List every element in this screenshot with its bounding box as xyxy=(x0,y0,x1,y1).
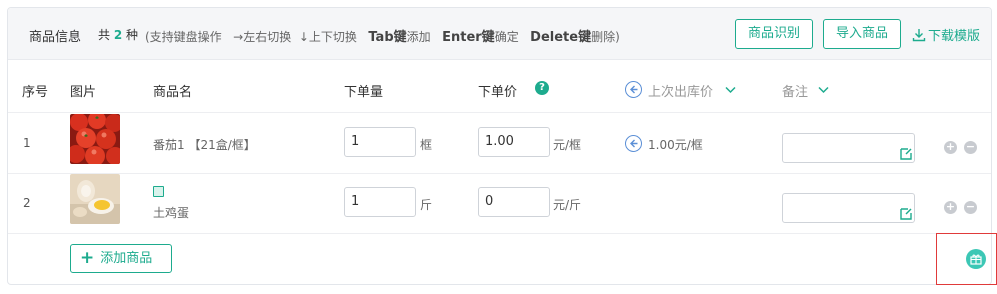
add-row-icon[interactable]: + xyxy=(944,141,957,154)
tomato-photo xyxy=(70,114,120,164)
recognize-goods-button[interactable]: 商品识别 xyxy=(735,19,813,49)
section-title: 商品信息 xyxy=(29,30,82,45)
gift-icon[interactable] xyxy=(966,249,986,269)
plus-icon: + xyxy=(80,248,95,268)
qty-input[interactable]: 1 xyxy=(344,127,416,157)
chevron-down-icon[interactable] xyxy=(818,86,829,94)
product-name: 土鸡蛋 xyxy=(153,206,190,220)
row-divider xyxy=(8,233,991,234)
add-goods-button[interactable]: + 添加商品 xyxy=(70,244,172,273)
price-input[interactable]: 1.00 xyxy=(478,127,550,157)
col-name-header: 商品名 xyxy=(153,85,193,100)
col-price-header: 下单价 xyxy=(478,85,518,100)
download-template-link[interactable]: 下载模版 xyxy=(912,25,980,44)
help-icon[interactable]: ? xyxy=(535,81,549,95)
price-unit: 元/斤 xyxy=(553,198,582,212)
remove-row-icon[interactable]: − xyxy=(964,201,977,214)
goods-count: 共 2 种 xyxy=(98,28,139,42)
col-index-header: 序号 xyxy=(22,85,49,100)
download-icon xyxy=(912,29,926,42)
row-index: 2 xyxy=(23,196,31,210)
col-qty-header: 下单量 xyxy=(344,85,384,100)
back-arrow-icon[interactable] xyxy=(625,81,642,98)
import-goods-button[interactable]: 导入商品 xyxy=(823,19,901,49)
row-divider xyxy=(8,112,991,113)
back-arrow-icon[interactable] xyxy=(625,135,642,152)
egg-photo xyxy=(70,174,120,224)
remark-input[interactable] xyxy=(782,193,915,223)
row-index: 1 xyxy=(23,136,31,150)
product-tag-icon xyxy=(153,186,164,197)
remark-input[interactable] xyxy=(782,133,915,163)
last-price-value: 1.00元/框 xyxy=(648,138,703,152)
edit-icon xyxy=(900,148,912,160)
edit-icon xyxy=(900,208,912,220)
chevron-down-icon[interactable] xyxy=(725,86,736,94)
remove-row-icon[interactable]: − xyxy=(964,141,977,154)
add-row-icon[interactable]: + xyxy=(944,201,957,214)
keyboard-hint: (支持键盘操作 →左右切换 ↓上下切换 Tab键添加 Enter键确定 Dele… xyxy=(145,30,620,45)
col-image-header: 图片 xyxy=(70,85,97,100)
qty-unit: 斤 xyxy=(420,198,433,212)
col-last-price-header: 上次出库价 xyxy=(648,85,714,100)
price-unit: 元/框 xyxy=(553,138,582,152)
col-remark-header: 备注 xyxy=(782,85,809,100)
price-input[interactable]: 0 xyxy=(478,187,550,217)
toolbar: 商品信息 共 2 种 (支持键盘操作 →左右切换 ↓上下切换 Tab键添加 En… xyxy=(8,8,991,60)
product-name: 番茄1 【21盒/框】 xyxy=(153,138,256,152)
goods-panel: 商品信息 共 2 种 (支持键盘操作 →左右切换 ↓上下切换 Tab键添加 En… xyxy=(7,7,992,285)
qty-unit: 框 xyxy=(420,138,433,152)
row-divider xyxy=(8,173,991,174)
qty-input[interactable]: 1 xyxy=(344,187,416,217)
